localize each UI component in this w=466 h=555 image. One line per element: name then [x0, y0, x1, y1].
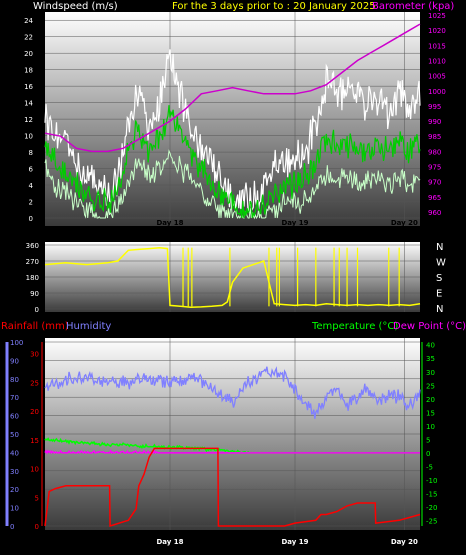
wind-y-tick-label: 18: [24, 67, 33, 75]
temperature-y-tick-label: -10: [426, 477, 437, 485]
wind-y-tick-label: 2: [29, 199, 33, 207]
humidity-y-tick-label: 0: [10, 523, 14, 531]
rain-x-tick-label: Day 18: [156, 538, 183, 546]
direction-y-tick-label: 360: [26, 242, 39, 250]
wind-x-tick-label: Day 19: [281, 219, 308, 227]
compass-label: E: [436, 289, 442, 300]
wind-y-tick-label: 12: [24, 116, 33, 124]
direction-y-tick-label: 0: [35, 306, 39, 314]
wind-y-tick-label: 16: [24, 83, 33, 91]
temperature-axis-title: Temperature (°C): [311, 321, 398, 332]
compass-label: N: [436, 304, 443, 315]
humidity-axis-title: Humidity: [66, 321, 111, 332]
wind-y-tick-label: 10: [24, 133, 33, 141]
temperature-y-tick-label: 15: [426, 409, 435, 417]
temperature-y-tick-label: -15: [426, 491, 437, 499]
humidity-y-tick-label: 60: [10, 413, 19, 421]
date-range-title: For the 3 days prior to : 20 January 202…: [172, 1, 376, 12]
humidity-y-tick-label: 50: [10, 431, 19, 439]
temperature-y-tick-label: 40: [426, 342, 435, 350]
compass-label: W: [436, 258, 446, 269]
humidity-y-tick-label: 90: [10, 357, 19, 365]
barometer-y-tick-label: 1010: [428, 57, 446, 65]
direction-y-tick-label: 270: [26, 258, 39, 266]
wind-y-tick-label: 14: [24, 100, 33, 108]
barometer-y-tick-label: 980: [428, 148, 441, 156]
barometer-y-tick-label: 1005: [428, 73, 446, 81]
humidity-y-tick-label: 70: [10, 394, 19, 402]
temperature-y-tick-label: -20: [426, 504, 437, 512]
rain-x-tick-label: Day 20: [391, 538, 418, 546]
wind-x-tick-label: Day 18: [156, 219, 183, 227]
humidity-y-tick-label: 20: [10, 486, 19, 494]
rainfall-y-tick-label: 30: [30, 351, 39, 359]
humidity-y-tick-label: 10: [10, 505, 19, 513]
wind-y-tick-label: 8: [29, 149, 33, 157]
direction-y-tick-label: 90: [30, 290, 39, 298]
weather-charts-svg: Windspeed (m/s) For the 3 days prior to …: [1, 1, 466, 546]
direction-y-tick-label: 180: [26, 274, 39, 282]
temperature-y-tick-label: 0: [426, 450, 430, 458]
barometer-y-tick-label: 960: [428, 209, 441, 217]
temperature-y-tick-label: 20: [426, 396, 435, 404]
temperature-y-tick-label: 30: [426, 369, 435, 377]
dewpoint-axis-title: Dew Point (°C): [393, 321, 466, 332]
rainfall-y-tick-label: 20: [30, 408, 39, 416]
compass-label: N: [436, 242, 443, 253]
wind-y-tick-label: 0: [29, 215, 33, 223]
barometer-y-tick-label: 975: [428, 164, 441, 172]
wind-y-tick-label: 20: [24, 50, 33, 58]
temperature-y-tick-label: 25: [426, 382, 435, 390]
wind-y-tick-label: 4: [29, 182, 34, 190]
wind-y-tick-label: 6: [29, 166, 34, 174]
humidity-y-tick-label: 80: [10, 376, 19, 384]
barometer-axis-title: Barometer (kpa): [372, 1, 454, 12]
barometer-y-tick-label: 1025: [428, 12, 446, 20]
temperature-y-tick-label: 35: [426, 355, 435, 363]
barometer-y-tick-label: 1000: [428, 88, 446, 96]
rainfall-y-tick-label: 5: [35, 494, 39, 502]
windspeed-axis-title: Windspeed (m/s): [33, 1, 118, 12]
rainfall-y-tick-label: 0: [35, 523, 39, 531]
barometer-y-tick-label: 990: [428, 118, 441, 126]
barometer-y-tick-label: 1015: [428, 42, 446, 50]
wind-y-tick-label: 24: [24, 17, 33, 25]
temperature-y-tick-label: -25: [426, 518, 437, 526]
compass-label: S: [436, 273, 442, 284]
weather-chart-panel: Windspeed (m/s) For the 3 days prior to …: [0, 0, 466, 555]
barometer-y-tick-label: 1020: [428, 27, 446, 35]
humidity-y-tick-label: 30: [10, 468, 19, 476]
barometer-y-tick-label: 985: [428, 133, 441, 141]
wind-x-tick-label: Day 20: [391, 219, 418, 227]
rainfall-y-tick-label: 15: [30, 437, 39, 445]
temperature-y-tick-label: 10: [426, 423, 435, 431]
humidity-y-tick-label: 100: [10, 339, 23, 347]
temperature-y-tick-label: -5: [426, 463, 433, 471]
barometer-y-tick-label: 970: [428, 179, 441, 187]
barometer-y-tick-label: 965: [428, 194, 441, 202]
rainfall-y-tick-label: 10: [30, 466, 39, 474]
barometer-y-tick-label: 995: [428, 103, 441, 111]
rain-x-tick-label: Day 19: [281, 538, 308, 546]
temperature-y-tick-label: 5: [426, 436, 430, 444]
wind-y-tick-label: 22: [24, 34, 33, 42]
rainfall-axis-title: Rainfall (mm): [1, 321, 69, 332]
rainfall-y-tick-label: 25: [30, 379, 39, 387]
humidity-y-tick-label: 40: [10, 449, 19, 457]
